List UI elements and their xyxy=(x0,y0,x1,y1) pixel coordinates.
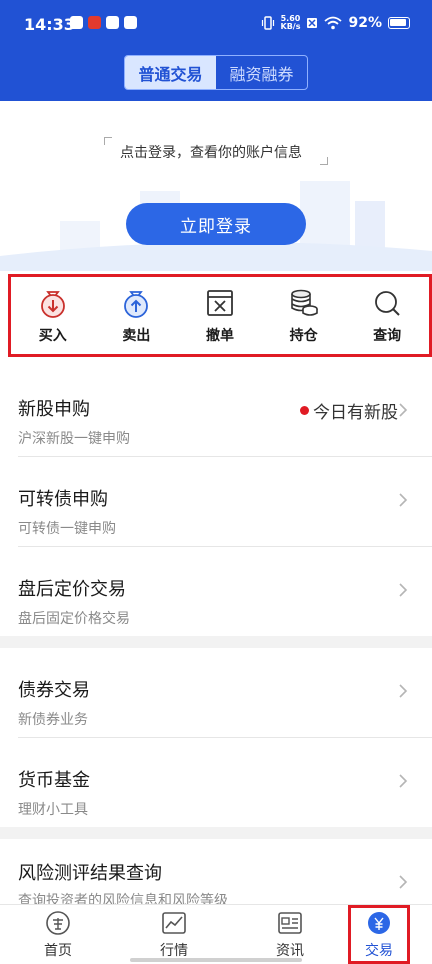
quick-cancel-order[interactable]: 撤单 xyxy=(185,287,255,345)
new-stock-badge: 今日有新股 xyxy=(300,398,398,423)
list-item-ipo-subscription[interactable]: 新股申购 沪深新股一键申购 今日有新股 xyxy=(18,367,432,457)
chevron-right-icon xyxy=(399,583,408,597)
service-list-group-3: 风险测评结果查询 查询投资者的风险信息和风险等级 xyxy=(0,839,432,904)
home-indicator xyxy=(130,958,302,962)
search-icon xyxy=(375,290,400,316)
market-icon xyxy=(162,911,186,934)
chevron-right-icon xyxy=(399,493,408,507)
chevron-right-icon xyxy=(399,403,408,417)
quick-actions: 买入 卖出 撤单 持仓 查询 xyxy=(8,274,432,357)
list-item-convertible-bond[interactable]: 可转债申购 可转债一键申购 xyxy=(18,457,432,547)
trade-icon xyxy=(368,911,390,934)
chevron-right-icon xyxy=(399,875,408,889)
network-speed: 5.60 KB/s xyxy=(280,14,301,31)
sell-icon xyxy=(124,290,149,318)
holdings-icon xyxy=(290,289,318,316)
prompt-bracket-left xyxy=(104,137,112,145)
home-icon xyxy=(46,910,70,935)
vibrate-icon xyxy=(261,16,274,30)
status-right: 5.60 KB/s 92% xyxy=(261,14,410,31)
chevron-right-icon xyxy=(399,774,408,788)
prompt-bracket-right xyxy=(320,157,328,165)
quick-sell[interactable]: 卖出 xyxy=(101,287,171,345)
red-dot-icon xyxy=(300,406,309,415)
wifi-icon xyxy=(324,16,343,30)
service-list-group-1: 新股申购 沪深新股一键申购 今日有新股 可转债申购 可转债一键申购 盘后定价交易… xyxy=(0,367,432,637)
app-notification-icon xyxy=(88,16,101,29)
quick-buy[interactable]: 买入 xyxy=(18,287,88,345)
quick-holdings[interactable]: 持仓 xyxy=(269,287,339,345)
section-divider xyxy=(0,827,432,839)
section-divider xyxy=(0,636,432,648)
battery-icon xyxy=(388,17,410,29)
login-prompt[interactable]: 点击登录，查看你的账户信息 xyxy=(120,142,302,162)
status-app-icons xyxy=(70,16,137,29)
status-time: 14:33 xyxy=(24,15,75,34)
tab-normal-trade[interactable]: 普通交易 xyxy=(125,56,216,89)
status-bar: 14:33 5.60 KB/s 92% xyxy=(0,0,432,50)
tab-margin-trade[interactable]: 融资融券 xyxy=(216,56,307,89)
bottom-tab-bar: 首页 行情 资讯 交易 xyxy=(0,904,432,964)
tiktok-icon xyxy=(124,16,137,29)
tab-trade[interactable]: 交易 xyxy=(348,905,410,964)
header: 14:33 5.60 KB/s 92% 普通交易 融资融券 xyxy=(0,0,432,101)
app-notification-icon xyxy=(70,16,83,29)
tab-market[interactable]: 行情 xyxy=(116,905,232,964)
service-list-group-2: 债券交易 新债券业务 货币基金 理财小工具 xyxy=(0,648,432,828)
list-item-risk-assessment[interactable]: 风险测评结果查询 查询投资者的风险信息和风险等级 xyxy=(18,839,432,904)
list-item-after-hours[interactable]: 盘后定价交易 盘后固定价格交易 xyxy=(18,547,432,637)
buy-icon xyxy=(40,290,65,318)
battery-percent: 92% xyxy=(348,15,382,31)
mail-icon xyxy=(106,16,119,29)
trade-type-segment: 普通交易 融资融券 xyxy=(124,55,308,90)
cancel-order-icon xyxy=(207,289,233,316)
login-panel: 点击登录，查看你的账户信息 立即登录 xyxy=(0,101,432,271)
tab-news[interactable]: 资讯 xyxy=(232,905,348,964)
tab-home[interactable]: 首页 xyxy=(0,905,116,964)
chevron-right-icon xyxy=(399,684,408,698)
quick-query[interactable]: 查询 xyxy=(352,287,422,345)
sim-off-icon xyxy=(307,18,318,28)
news-icon xyxy=(278,911,302,934)
login-button[interactable]: 立即登录 xyxy=(126,203,306,245)
list-item-bond-trading[interactable]: 债券交易 新债券业务 xyxy=(18,648,432,738)
list-item-money-fund[interactable]: 货币基金 理财小工具 xyxy=(18,738,432,828)
